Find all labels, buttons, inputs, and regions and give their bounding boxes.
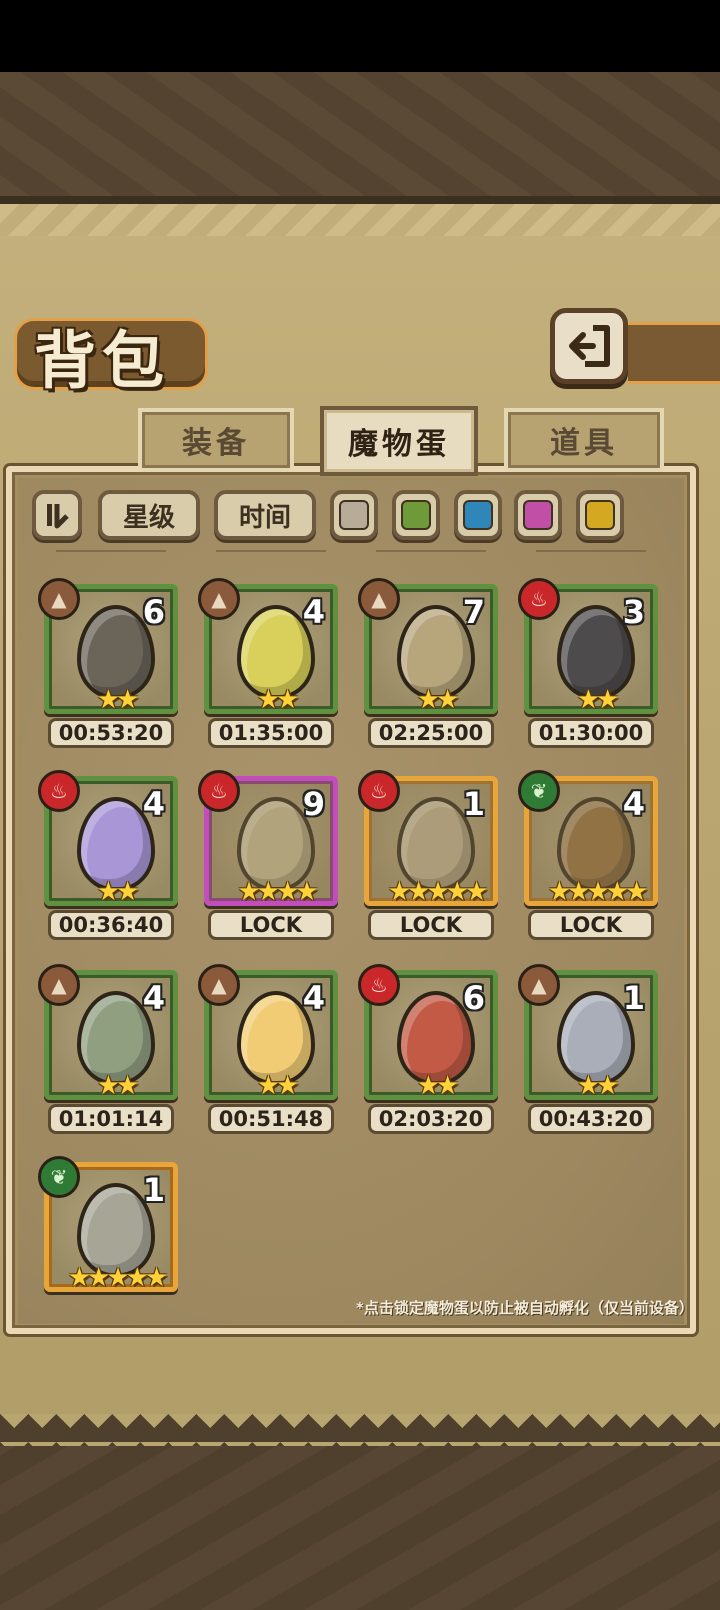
egg-count: 4 (622, 785, 645, 823)
lock-hint-footnote: *点击锁定魔物蛋以防止被自动孵化（仅当前设备） (356, 1299, 694, 1317)
nature-element-icon: ❦ (38, 1156, 80, 1198)
divider (56, 550, 166, 552)
earth-element-icon: ▲ (198, 964, 240, 1006)
star-rating-icon: ★★ (256, 1071, 300, 1100)
egg-slot[interactable]: 1 ★★★★★ ♨ LOCK (358, 770, 498, 944)
earth-element-icon: ▲ (358, 578, 400, 620)
egg-count: 6 (142, 593, 165, 631)
egg-lock-label[interactable]: LOCK (208, 910, 334, 940)
background-band (0, 196, 720, 204)
star-rating-icon: ★★★★ (237, 877, 318, 906)
divider (216, 550, 326, 552)
filter-color-gold[interactable] (576, 490, 624, 540)
egg-slot[interactable]: 4 ★★ ▲ 01:01:14 (38, 964, 178, 1138)
egg-slot[interactable]: 7 ★★ ▲ 02:25:00 (358, 578, 498, 752)
star-rating-icon: ★★★★★ (547, 877, 649, 906)
egg-count: 9 (302, 785, 325, 823)
hatch-timer: 00:53:20 (48, 718, 174, 748)
tab-monster-eggs[interactable]: 魔物蛋 (320, 406, 478, 476)
egg-slot[interactable]: 6 ★★ ♨ 02:03:20 (358, 964, 498, 1138)
hatch-timer: 02:03:20 (368, 1104, 494, 1134)
fire-element-icon: ♨ (518, 578, 560, 620)
star-rating-icon: ★★ (256, 685, 300, 714)
star-rating-icon: ★★ (96, 1071, 140, 1100)
egg-slot[interactable]: 4 ★★ ▲ 00:51:48 (198, 964, 338, 1138)
earth-element-icon: ▲ (38, 578, 80, 620)
hatch-timer: 00:43:20 (528, 1104, 654, 1134)
egg-count: 1 (462, 785, 485, 823)
star-rating-icon: ★★ (576, 1071, 620, 1100)
earth-element-icon: ▲ (518, 964, 560, 1006)
egg-count: 4 (302, 979, 325, 1017)
egg-count: 4 (302, 593, 325, 631)
earth-element-icon: ▲ (198, 578, 240, 620)
divider (536, 550, 646, 552)
egg-slot[interactable]: 4 ★★ ▲ 01:35:00 (198, 578, 338, 752)
color-swatch-pink (523, 500, 553, 530)
star-rating-icon: ★★ (96, 685, 140, 714)
color-swatch-blue (463, 500, 493, 530)
filter-color-green[interactable] (392, 490, 440, 540)
egg-count: 1 (622, 979, 645, 1017)
sort-by-stars-button[interactable]: 星级 (98, 490, 200, 540)
hatch-timer: 02:25:00 (368, 718, 494, 748)
hatch-timer: 00:36:40 (48, 910, 174, 940)
egg-slot[interactable]: 4 ★★ ♨ 00:36:40 (38, 770, 178, 944)
hatch-timer: 00:51:48 (208, 1104, 334, 1134)
egg-count: 4 (142, 785, 165, 823)
egg-count: 7 (462, 593, 485, 631)
tab-items[interactable]: 道具 (504, 408, 664, 472)
star-rating-icon: ★★★★★ (387, 877, 489, 906)
filter-color-gray[interactable] (330, 490, 378, 540)
egg-slot[interactable]: 9 ★★★★ ♨ LOCK (198, 770, 338, 944)
egg-count: 6 (462, 979, 485, 1017)
map-background-bottom (0, 1446, 720, 1610)
sort-icon (47, 504, 69, 529)
nature-element-icon: ❦ (518, 770, 560, 812)
egg-slot[interactable]: 1 ★★★★★ ❦ (38, 1156, 178, 1292)
fire-element-icon: ♨ (358, 964, 400, 1006)
star-rating-icon: ★★ (416, 685, 460, 714)
sort-by-time-button[interactable]: 时间 (214, 490, 316, 540)
fire-element-icon: ♨ (38, 770, 80, 812)
star-rating-icon: ★★ (416, 1071, 460, 1100)
hatch-timer: 01:30:00 (528, 718, 654, 748)
egg-lock-label[interactable]: LOCK (368, 910, 494, 940)
tab-equipment[interactable]: 装备 (138, 408, 294, 472)
map-background-top (0, 72, 720, 204)
filter-color-blue[interactable] (454, 490, 502, 540)
star-rating-icon: ★★ (576, 685, 620, 714)
color-swatch-green (401, 500, 431, 530)
filter-color-pink[interactable] (514, 490, 562, 540)
back-button-rail (628, 322, 720, 384)
egg-slot[interactable]: 1 ★★ ▲ 00:43:20 (518, 964, 658, 1138)
sort-order-button[interactable] (32, 490, 82, 540)
color-swatch-gold (585, 500, 615, 530)
egg-lock-label[interactable]: LOCK (528, 910, 654, 940)
egg-slot[interactable]: 3 ★★ ♨ 01:30:00 (518, 578, 658, 752)
hatch-timer: 01:35:00 (208, 718, 334, 748)
fire-element-icon: ♨ (358, 770, 400, 812)
color-swatch-gray (339, 500, 369, 530)
page-title: 背包 (34, 324, 171, 397)
egg-slot[interactable]: 6 ★★ ▲ 00:53:20 (38, 578, 178, 752)
back-arrow-icon (569, 325, 610, 367)
egg-slot[interactable]: 4 ★★★★★ ❦ LOCK (518, 770, 658, 944)
egg-count: 3 (622, 593, 645, 631)
star-rating-icon: ★★ (96, 877, 140, 906)
egg-count: 4 (142, 979, 165, 1017)
hatch-timer: 01:01:14 (48, 1104, 174, 1134)
star-rating-icon: ★★★★★ (67, 1263, 169, 1292)
back-button[interactable] (550, 308, 628, 384)
divider (376, 550, 486, 552)
egg-count: 1 (142, 1171, 165, 1209)
fire-element-icon: ♨ (198, 770, 240, 812)
earth-element-icon: ▲ (38, 964, 80, 1006)
status-bar-area (0, 0, 720, 72)
